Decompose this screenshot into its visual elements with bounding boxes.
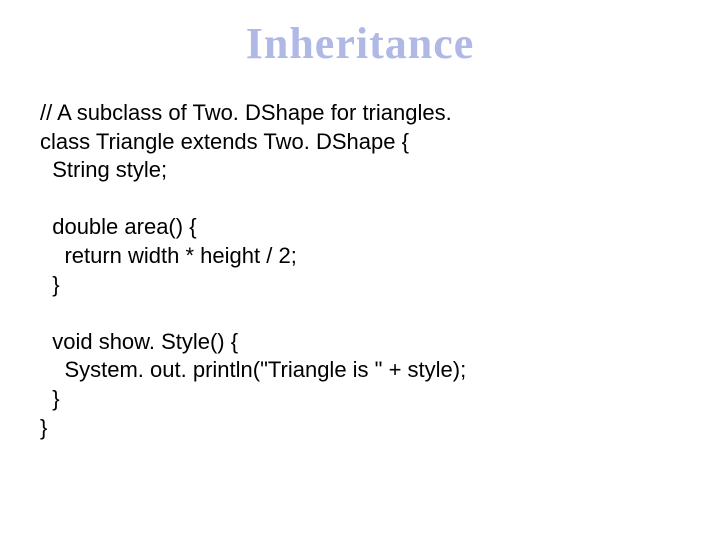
slide-title: Inheritance bbox=[30, 18, 690, 69]
slide: Inheritance // A subclass of Two. DShape… bbox=[0, 0, 720, 540]
code-block: // A subclass of Two. DShape for triangl… bbox=[40, 99, 690, 442]
